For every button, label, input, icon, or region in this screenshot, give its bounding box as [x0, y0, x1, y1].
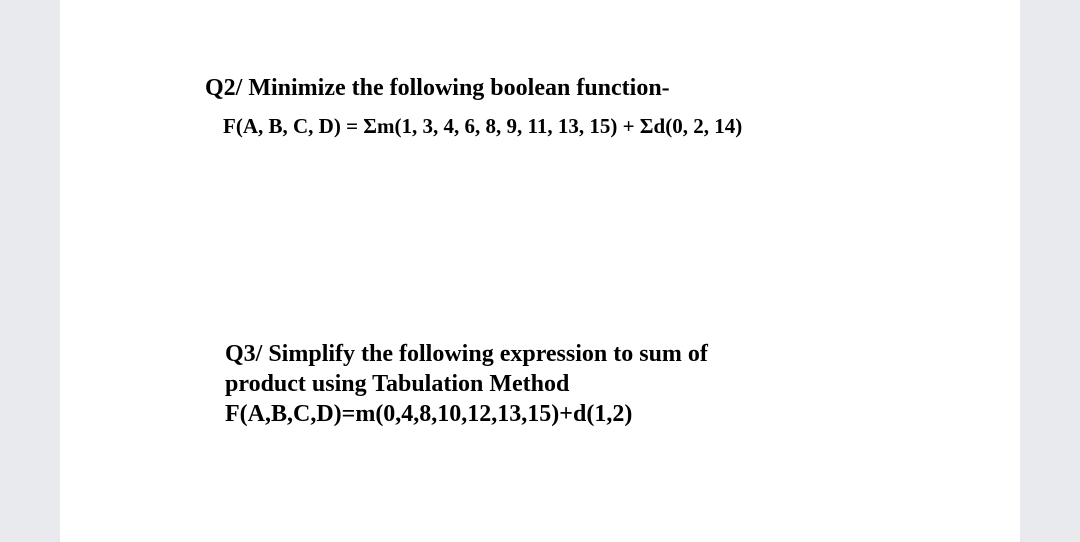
- question-2-title: Q2/ Minimize the following boolean funct…: [205, 75, 880, 102]
- question-3-block: Q3/ Simplify the following expression to…: [225, 339, 880, 429]
- question-2-block: Q2/ Minimize the following boolean funct…: [205, 75, 880, 139]
- document-page: Q2/ Minimize the following boolean funct…: [60, 0, 1020, 542]
- question-3-line1: Q3/ Simplify the following expression to…: [225, 339, 880, 369]
- question-3-line2: product using Tabulation Method: [225, 369, 880, 399]
- question-2-formula: F(A, B, C, D) = Σm(1, 3, 4, 6, 8, 9, 11,…: [223, 114, 880, 139]
- question-3-formula: F(A,B,C,D)=m(0,4,8,10,12,13,15)+d(1,2): [225, 399, 880, 429]
